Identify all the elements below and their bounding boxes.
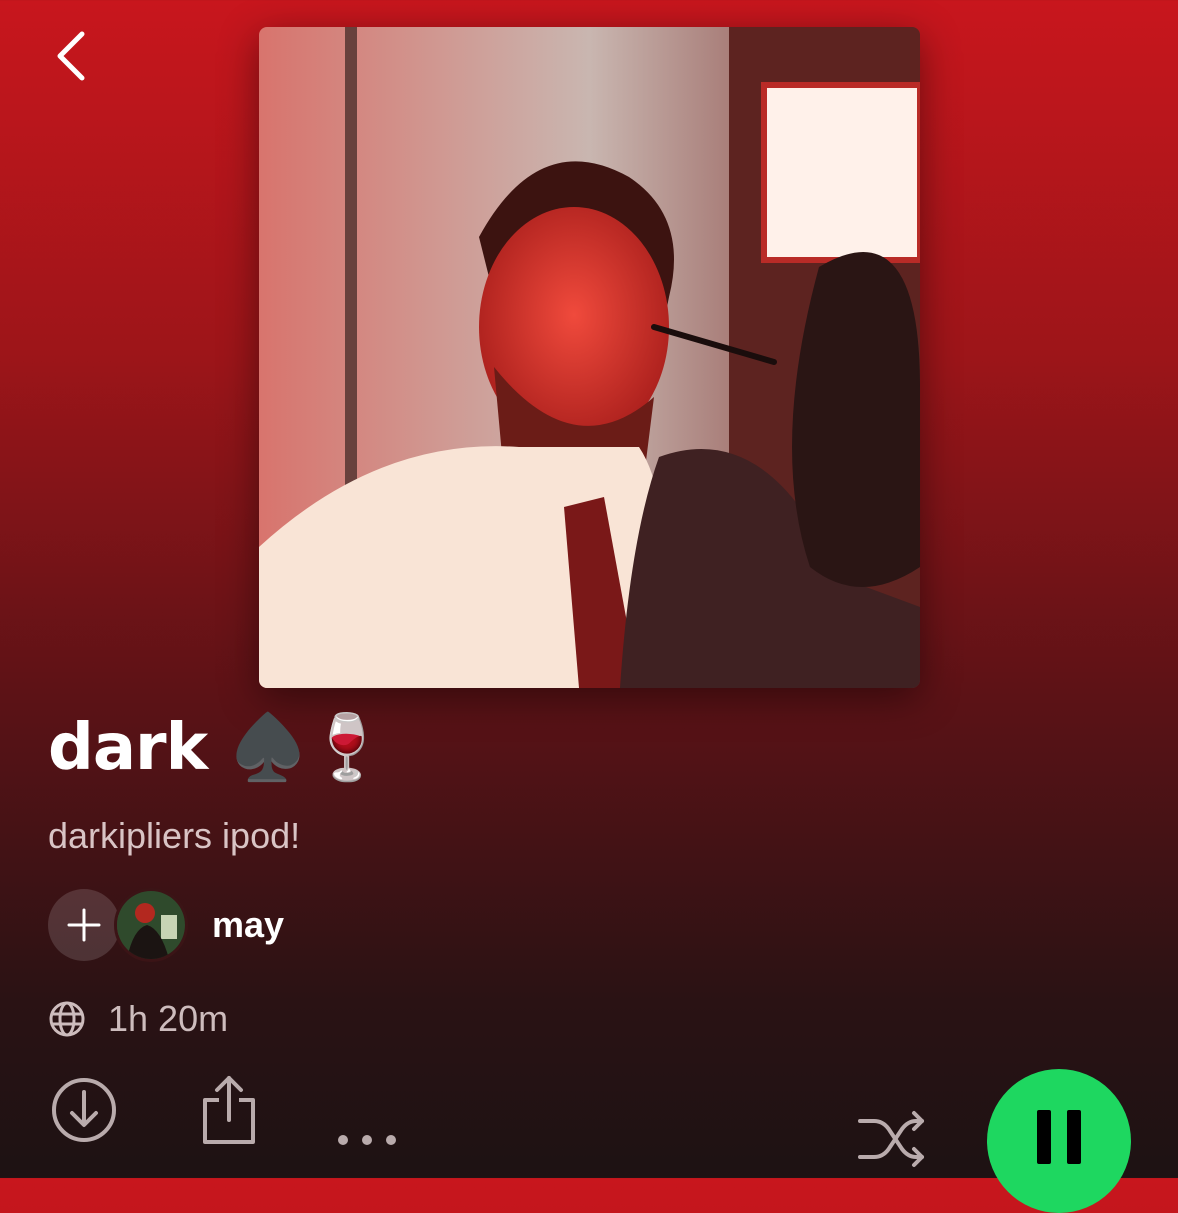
more-horizontal-icon — [338, 1135, 396, 1145]
play-pause-button[interactable] — [987, 1069, 1131, 1213]
shuffle-icon — [858, 1111, 924, 1167]
pause-icon — [1037, 1110, 1081, 1164]
more-options-button[interactable] — [332, 1120, 402, 1160]
chevron-left-icon — [57, 31, 85, 81]
plus-icon — [67, 908, 101, 942]
download-circle-icon — [52, 1078, 116, 1142]
playlist-duration: 1h 20m — [108, 998, 229, 1039]
download-button[interactable] — [48, 1074, 120, 1146]
owner-name[interactable]: may — [212, 904, 284, 946]
owner-row: may — [48, 888, 284, 962]
globe-icon — [49, 1001, 85, 1037]
playlist-title: dark ♠️🍷 — [48, 711, 387, 785]
share-button[interactable] — [196, 1070, 262, 1150]
playlist-description: darkipliers ipod! — [48, 815, 301, 856]
back-button[interactable] — [40, 26, 100, 86]
share-icon — [203, 1076, 255, 1144]
playlist-cover-image — [259, 27, 920, 688]
avatar[interactable] — [114, 888, 188, 962]
playlist-meta: 1h 20m — [48, 994, 228, 1044]
add-collaborator-button[interactable] — [48, 889, 120, 961]
shuffle-button[interactable] — [852, 1106, 932, 1172]
